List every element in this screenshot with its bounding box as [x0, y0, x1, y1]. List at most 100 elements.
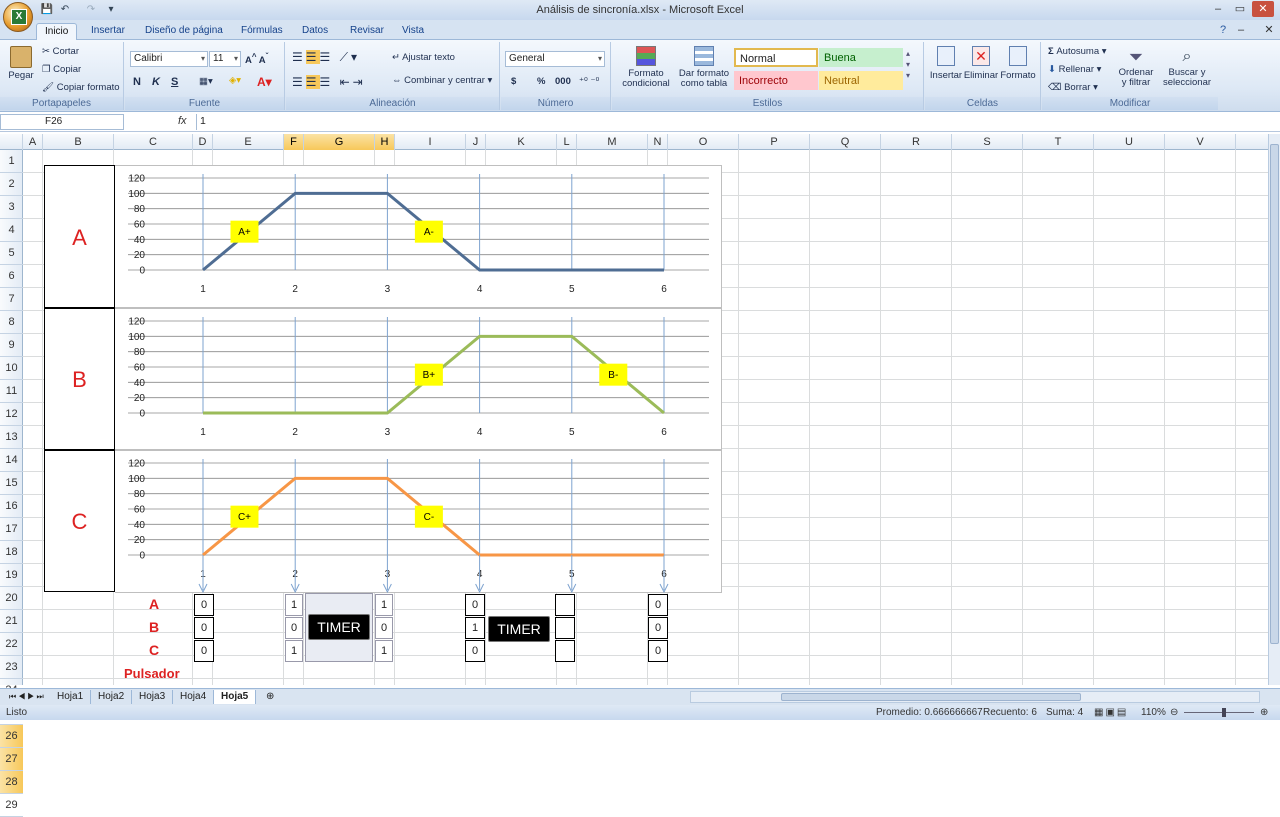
- state-cell-j-1[interactable]: 0: [465, 594, 485, 616]
- column-header-f[interactable]: F: [284, 134, 304, 150]
- column-header-t[interactable]: T: [1023, 134, 1094, 150]
- row-header-27[interactable]: 27: [0, 748, 23, 771]
- insert-cells-button[interactable]: Insertar: [928, 46, 964, 81]
- column-header-v[interactable]: V: [1165, 134, 1236, 150]
- row-header-28[interactable]: 28: [0, 771, 23, 794]
- row-header-14[interactable]: 14: [0, 449, 23, 472]
- tab-insertar[interactable]: Insertar: [83, 23, 133, 40]
- row-header-4[interactable]: 4: [0, 219, 23, 242]
- state-cell-f-2[interactable]: 0: [285, 617, 303, 639]
- row-header-18[interactable]: 18: [0, 541, 23, 564]
- font-color-icon[interactable]: A▾: [257, 75, 272, 89]
- font-name-select[interactable]: Calibri: [130, 51, 208, 67]
- sheet-tab-hoja2[interactable]: Hoja2: [91, 690, 133, 704]
- worksheet-grid[interactable]: A B C A B C Pulsador 000101101010000 TIM…: [23, 150, 1268, 685]
- conditional-format-button[interactable]: Formato condicional: [616, 46, 676, 89]
- row-header-13[interactable]: 13: [0, 426, 23, 449]
- save-icon[interactable]: 💾: [40, 3, 54, 16]
- zoom-in-icon[interactable]: ⊕: [1260, 705, 1268, 720]
- row-header-6[interactable]: 6: [0, 265, 23, 288]
- tab-diseno-pagina[interactable]: Diseño de página: [137, 23, 231, 40]
- workbook-minimize-icon[interactable]: –: [1230, 22, 1252, 38]
- state-cell-d-1[interactable]: 0: [194, 594, 214, 616]
- style-bad[interactable]: Incorrecto: [734, 71, 818, 90]
- undo-icon[interactable]: ↶: [58, 3, 72, 16]
- formula-input[interactable]: 1: [196, 114, 1268, 130]
- column-header-o[interactable]: O: [668, 134, 739, 150]
- column-header-u[interactable]: U: [1094, 134, 1165, 150]
- column-header-d[interactable]: D: [193, 134, 213, 150]
- minimize-button[interactable]: –: [1207, 1, 1229, 17]
- copy-button[interactable]: ❐ Copiar: [42, 64, 81, 75]
- row-header-7[interactable]: 7: [0, 288, 23, 311]
- chart-c-area[interactable]: [115, 450, 722, 593]
- column-header-r[interactable]: R: [881, 134, 952, 150]
- column-header-m[interactable]: M: [577, 134, 648, 150]
- office-button[interactable]: X: [3, 2, 33, 32]
- row-header-26[interactable]: 26: [0, 725, 23, 748]
- state-cell-d-2[interactable]: 0: [194, 617, 214, 639]
- redo-icon[interactable]: ↷: [84, 3, 98, 16]
- tab-revisar[interactable]: Revisar: [342, 23, 392, 40]
- delete-cells-button[interactable]: ✕ Eliminar: [963, 46, 999, 81]
- state-cell-h-2[interactable]: 0: [375, 617, 393, 639]
- autosum-button[interactable]: Σ Autosuma ▾: [1048, 46, 1107, 57]
- sheet-nav-icons[interactable]: ⏮◀▶⏭: [2, 690, 53, 704]
- timer1-block[interactable]: TIMER: [308, 614, 370, 640]
- row-header-17[interactable]: 17: [0, 518, 23, 541]
- select-all-corner[interactable]: [0, 134, 23, 150]
- view-buttons-icon[interactable]: ▦▣▤: [1094, 705, 1128, 720]
- borders-icon[interactable]: ▦▾: [199, 76, 213, 87]
- format-painter-button[interactable]: 🖌 Copiar formato: [42, 82, 120, 93]
- number-format-select[interactable]: General: [505, 51, 605, 67]
- customize-qat-icon[interactable]: ▾: [104, 3, 118, 16]
- column-header-b[interactable]: B: [43, 134, 114, 150]
- column-header-q[interactable]: Q: [810, 134, 881, 150]
- decimal-icons[interactable]: ⁺⁰ ⁻⁰: [579, 76, 599, 87]
- column-header-e[interactable]: E: [213, 134, 284, 150]
- row-header-8[interactable]: 8: [0, 311, 23, 334]
- format-cells-button[interactable]: Formato: [999, 46, 1037, 81]
- column-header-n[interactable]: N: [648, 134, 668, 150]
- bold-button[interactable]: N: [133, 76, 141, 88]
- tab-datos[interactable]: Datos: [294, 23, 336, 40]
- tab-inicio[interactable]: Inicio: [36, 23, 78, 40]
- style-normal[interactable]: Normal: [734, 48, 818, 67]
- percent-button[interactable]: %: [537, 76, 545, 87]
- horizontal-scrollbar[interactable]: [690, 691, 1260, 703]
- state-cell-j-2[interactable]: 1: [465, 617, 485, 639]
- font-size-select[interactable]: 11: [209, 51, 241, 67]
- column-header-h[interactable]: H: [375, 134, 395, 150]
- maximize-button[interactable]: ▭: [1229, 1, 1251, 17]
- row-header-3[interactable]: 3: [0, 196, 23, 219]
- column-header-j[interactable]: J: [466, 134, 486, 150]
- row-header-12[interactable]: 12: [0, 403, 23, 426]
- currency-button[interactable]: $: [511, 76, 516, 87]
- chart-b-area[interactable]: [115, 308, 722, 450]
- state-cell-l-3[interactable]: [555, 640, 575, 662]
- column-header-g[interactable]: G: [304, 134, 375, 150]
- sort-filter-button[interactable]: ⏷ Ordenar y filtrar: [1116, 46, 1156, 88]
- horizontal-scroll-thumb[interactable]: [781, 693, 1081, 701]
- vertical-scroll-thumb[interactable]: [1270, 144, 1279, 644]
- row-header-20[interactable]: 20: [0, 587, 23, 610]
- vertical-scrollbar[interactable]: [1268, 134, 1280, 685]
- row-header-10[interactable]: 10: [0, 357, 23, 380]
- state-cell-l-1[interactable]: [555, 594, 575, 616]
- row-header-29[interactable]: 29: [0, 794, 23, 817]
- sheet-tab-hoja1[interactable]: Hoja1: [50, 690, 92, 704]
- state-cell-l-2[interactable]: [555, 617, 575, 639]
- vertical-align-icons[interactable]: ☰☰☰ ⟋▾: [292, 50, 360, 65]
- horizontal-align-icons[interactable]: ☰☰☰ ⇤⇥: [292, 75, 366, 89]
- row-header-22[interactable]: 22: [0, 633, 23, 656]
- clear-button[interactable]: ⌫ Borrar ▾: [1048, 82, 1098, 93]
- fill-button[interactable]: ⬇ Rellenar ▾: [1048, 64, 1101, 75]
- zoom-slider-handle[interactable]: [1222, 708, 1226, 717]
- fill-color-icon[interactable]: ◈▾: [229, 75, 241, 86]
- column-header-c[interactable]: C: [114, 134, 193, 150]
- sheet-tab-hoja5[interactable]: Hoja5: [214, 690, 257, 704]
- close-button[interactable]: ✕: [1252, 1, 1274, 17]
- row-header-2[interactable]: 2: [0, 173, 23, 196]
- row-header-15[interactable]: 15: [0, 472, 23, 495]
- state-cell-f-1[interactable]: 1: [285, 594, 303, 616]
